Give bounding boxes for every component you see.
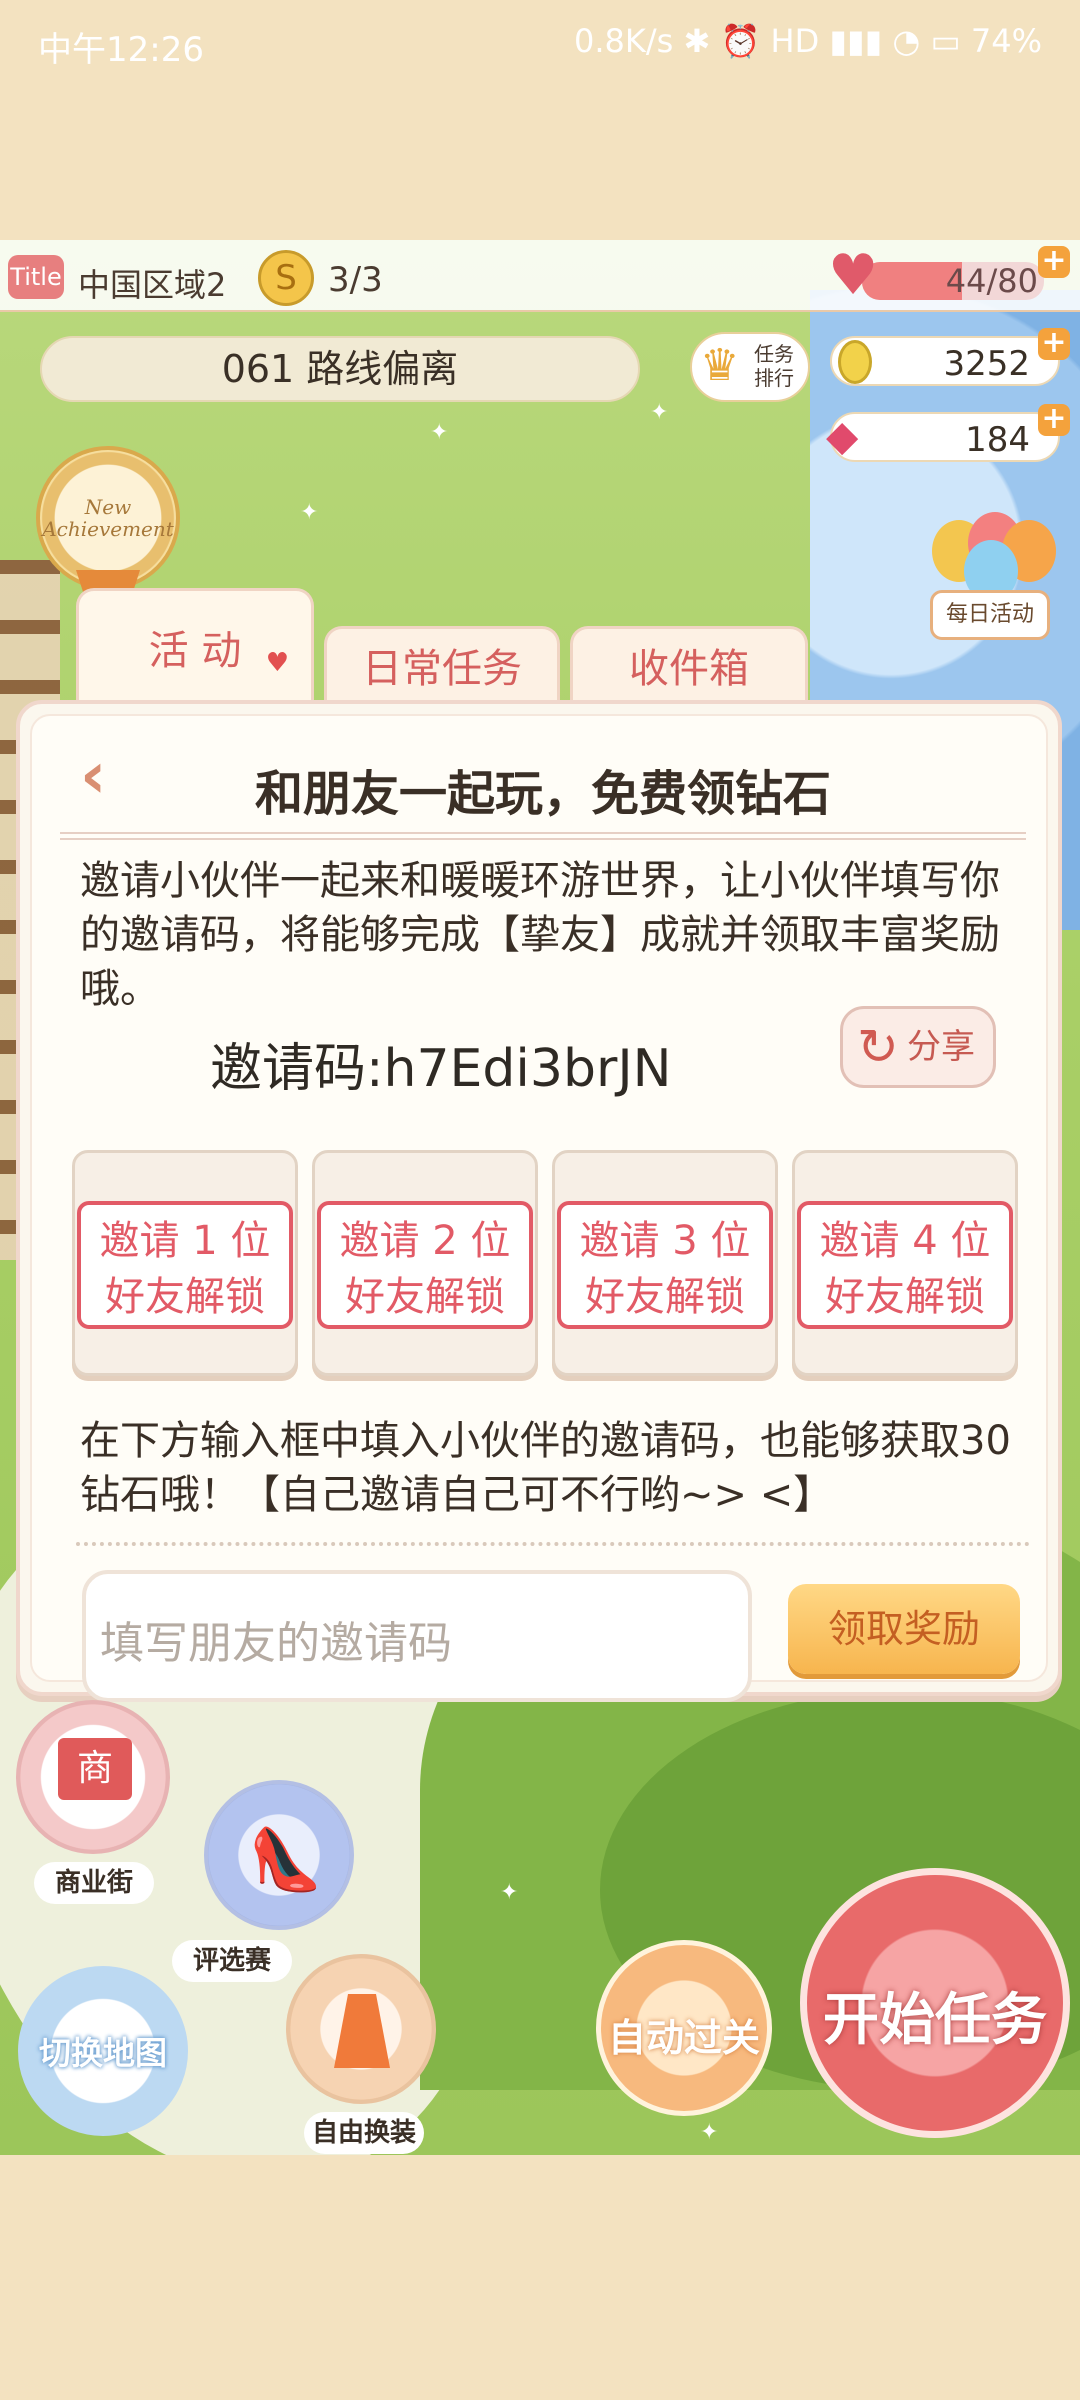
flower-decoration: ✦ <box>700 2120 719 2145</box>
reward-slot-2[interactable]: 邀请 2 位好友解锁 <box>312 1150 538 1376</box>
coin-icon: S <box>258 250 314 306</box>
contest-button[interactable]: 👠 <box>204 1780 354 1930</box>
diamond-value: 184 <box>965 420 1030 460</box>
crown-icon: ♛ <box>700 340 740 391</box>
shop-street-button[interactable]: 商 <box>16 1700 170 1854</box>
start-task-label: 开始任务 <box>823 1988 1047 2053</box>
region-name: 中国区域2 <box>78 266 227 304</box>
achievement-text: New Achievement <box>42 495 174 541</box>
dress-icon <box>334 1994 390 2068</box>
status-time: 中午12:26 <box>38 30 204 70</box>
hp-text: 44/80 <box>945 262 1038 300</box>
gold-icon <box>838 340 872 384</box>
contest-label: 评选赛 <box>172 1940 292 1982</box>
reward-slot-3[interactable]: 邀请 3 位好友解锁 <box>552 1150 778 1376</box>
game-screen: ✦ ✦ ✦ ✦ ✦ Title 中国区域2 S 3/3 44/80 ♥ + 06… <box>0 240 1080 2155</box>
dotted-divider <box>76 1542 1030 1546</box>
add-gold-button[interactable]: + <box>1038 328 1070 360</box>
input-description: 在下方输入框中填入小伙伴的邀请码，也能够获取30钻石哦！【自己邀请自己可不行哟~… <box>80 1418 1011 1518</box>
quest-count: 3/3 <box>328 260 383 300</box>
diamond-display: 184 <box>830 412 1060 462</box>
gold-value: 3252 <box>943 344 1030 384</box>
slot-lock-label: 邀请 3 位好友解锁 <box>557 1201 773 1329</box>
flower-decoration: ✦ <box>500 1880 519 1905</box>
start-task-button[interactable]: 开始任务 <box>800 1868 1070 2138</box>
divider <box>60 832 1026 840</box>
slot-lock-label: 邀请 4 位好友解锁 <box>797 1201 1013 1329</box>
tab-activity[interactable]: 活 动 ♥ <box>76 588 314 708</box>
shoe-icon: 👠 <box>248 1825 323 1895</box>
flower-decoration: ✦ <box>300 500 319 525</box>
status-bar: 中午12:26 0.8K/s ✱ ⏰ HD ▮▮▮ ◔ ▭ 74% <box>0 0 1080 240</box>
daily-activity-button[interactable]: 每日活动 <box>930 590 1050 640</box>
auto-pass-label: 自动过关 <box>607 2016 760 2060</box>
shop-street-label: 商业街 <box>34 1862 154 1904</box>
rank-label: 任务 排行 <box>754 342 794 390</box>
achievement-badge[interactable]: New Achievement <box>36 446 180 590</box>
reward-slot-4[interactable]: 邀请 4 位好友解锁 <box>792 1150 1018 1376</box>
add-hp-button[interactable]: + <box>1038 246 1070 278</box>
reward-slot-1[interactable]: 邀请 1 位好友解锁 <box>72 1150 298 1376</box>
share-label: 分享 <box>907 1027 975 1067</box>
switch-map-button[interactable]: 切换地图 <box>18 1966 188 2136</box>
tab-inbox[interactable]: 收件箱 <box>570 626 808 706</box>
level-title: 061 路线偏离 <box>40 336 640 402</box>
invite-panel: ‹ 和朋友一起玩，免费领钻石 邀请小伙伴一起来和暖暖环游世界，让小伙伴填写你的邀… <box>16 700 1062 1702</box>
heart-icon: ♥ <box>828 243 879 308</box>
slot-lock-label: 邀请 1 位好友解锁 <box>77 1201 293 1329</box>
invite-code: 邀请码:h7Edi3brJN <box>210 1039 672 1099</box>
share-button[interactable]: ↻ 分享 <box>840 1006 996 1088</box>
top-bar: Title 中国区域2 S 3/3 44/80 ♥ + <box>0 240 1080 312</box>
add-diamond-button[interactable]: + <box>1038 404 1070 436</box>
tab-activity-label: 活 动 <box>148 628 242 674</box>
tab-daily-tasks[interactable]: 日常任务 <box>324 626 560 706</box>
invite-code-input[interactable]: 填写朋友的邀请码 <box>82 1570 752 1702</box>
share-icon: ↻ <box>857 1018 899 1076</box>
title-icon[interactable]: Title <box>8 255 64 299</box>
panel-title: 和朋友一起玩，免费领钻石 <box>254 766 831 822</box>
claim-reward-button[interactable]: 领取奖励 <box>788 1584 1020 1674</box>
rank-button[interactable]: ♛ 任务 排行 <box>690 332 810 402</box>
flower-decoration: ✦ <box>430 420 449 445</box>
status-icons: 0.8K/s ✱ ⏰ HD ▮▮▮ ◔ ▭ 74% <box>574 22 1042 60</box>
bottom-bar <box>0 2155 1080 2400</box>
slot-lock-label: 邀请 2 位好友解锁 <box>317 1201 533 1329</box>
switch-map-label: 切换地图 <box>38 2034 167 2072</box>
diamond-icon: ◆ <box>826 411 859 460</box>
free-dress-label: 自由换装 <box>304 2112 424 2154</box>
shop-icon: 商 <box>58 1738 132 1800</box>
invite-description: 邀请小伙伴一起来和暖暖环游世界，让小伙伴填写你的邀请码，将能够完成【挚友】成就并… <box>80 858 1000 1012</box>
free-dress-button[interactable] <box>286 1954 436 2104</box>
auto-pass-button[interactable]: 自动过关 <box>596 1940 772 2116</box>
flower-decoration: ✦ <box>650 400 669 425</box>
